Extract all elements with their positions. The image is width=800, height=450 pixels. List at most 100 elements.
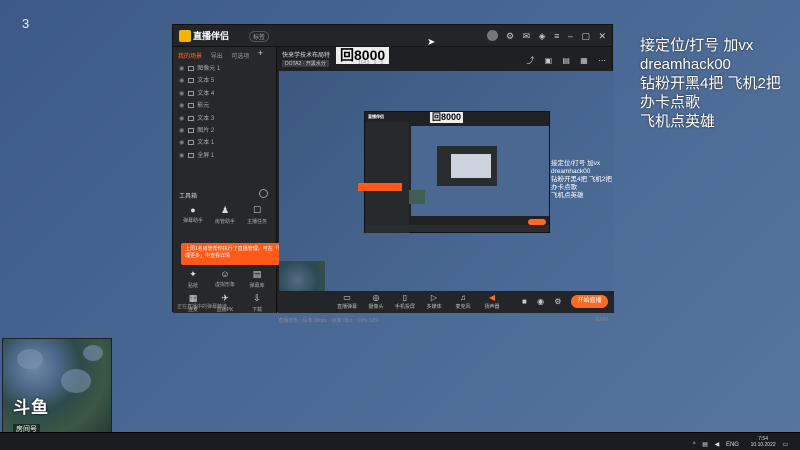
channel-title[interactable]: 快来学技术布局特 (282, 50, 330, 59)
overlay-line: 接定位/打号 加vx (640, 37, 754, 54)
overlay-line: 钻粉开黑4把 飞机2把 (551, 176, 613, 183)
avatar[interactable] (486, 30, 498, 41)
eye-icon[interactable]: ◉ (179, 91, 184, 97)
notification-icon[interactable]: ▭ (782, 442, 788, 448)
speaker-button[interactable]: ◀ 扬声器 (478, 293, 506, 310)
main-area: 快来学技术布局特 回8000 DOTA2 · 开黑水分 1043 · 6 · 5… (278, 47, 614, 324)
list-item[interactable]: ◉ 文本 3 (173, 113, 276, 125)
clock[interactable]: 7:54 10.10.2022 (746, 436, 776, 448)
status-text: 直播状态 · 码率 0kbps · 帧率 0fps · CPU 12% (278, 318, 379, 324)
scene-number: 3 (22, 16, 30, 31)
minimap-terrain (61, 369, 91, 393)
network-icon[interactable]: ▤ (702, 442, 708, 448)
tab-options[interactable]: 可选项 (231, 54, 249, 60)
start-live-button[interactable]: 开始直播 (571, 295, 608, 308)
gift-icon[interactable]: ▣ (545, 56, 553, 65)
settings-icon[interactable]: ⚙ (506, 31, 514, 41)
logo-icon (179, 30, 191, 42)
mail-icon[interactable]: ✉ (523, 31, 531, 41)
mouse-cursor-icon: ➤ (427, 37, 436, 48)
microphone-button[interactable]: ♫ 麦克风 (449, 293, 477, 310)
list-item[interactable]: ◉ 文本 1 (173, 137, 276, 149)
gear-icon[interactable]: ⚙ (554, 297, 561, 306)
minimize-icon[interactable]: – (568, 31, 573, 41)
tool-sticker[interactable]: ✦ 贴纸 (177, 269, 209, 289)
eye-icon[interactable]: ◉ (179, 116, 184, 122)
tool-danmu[interactable]: ● 弹幕助手 (177, 205, 209, 224)
phone-icon: ▯ (402, 293, 408, 302)
nested-minimap (409, 190, 425, 204)
chevron-up-icon[interactable]: ^ (693, 442, 696, 448)
overlay-line: 办卡点歌 (640, 94, 701, 111)
extra-controls: ■ ◉ ⚙ (522, 297, 569, 306)
tool-download[interactable]: ⇩ 下载 (241, 293, 273, 313)
eye-icon[interactable]: ◉ (179, 153, 184, 159)
tool-icon: ⇩ (253, 293, 261, 303)
overlay-line: dreamhack00 (640, 56, 731, 73)
tool-icon: ♟ (220, 205, 230, 215)
record-icon[interactable]: ■ (522, 297, 527, 306)
tab-my-scene[interactable]: 我的场景 (178, 54, 202, 60)
streaming-app-window: 直播伴侣 标签 ⚙ ✉ ◈ ≡ – ▢ ✕ 我的场景 导出 可选项 + ◉ 图像元… (172, 24, 614, 324)
eye-icon[interactable]: ◉ (179, 103, 184, 109)
source-list: ◉ 图像元 1 ◉ 文本 5 ◉ 文本 4 ◉ 影元 ◉ 文本 3 ◉ 图片 2 ◉ 文本 1… (173, 63, 276, 162)
close-icon[interactable]: ✕ (598, 31, 606, 41)
list-item[interactable]: ◉ 文本 4 (173, 88, 276, 100)
version-badge[interactable]: 标签 (249, 31, 270, 42)
camera-icon: ◎ (372, 293, 380, 302)
channel-stats: 1043 · 6 · 5 (358, 60, 384, 66)
phone-cast-button[interactable]: ▯ 手机投屏 (391, 293, 419, 310)
speaker-icon: ◀ (488, 293, 496, 302)
more-icon[interactable]: ⋯ (598, 56, 606, 65)
nested-inner-window (437, 146, 497, 186)
sidebar-footer: 正在直播中的弹幕精选 (177, 304, 228, 310)
toolbox-header: 工具箱 (179, 194, 198, 200)
list-item[interactable]: ◉ 全屏 1 (173, 150, 276, 162)
camera-button[interactable]: ◎ 摄像头 (362, 293, 390, 310)
danmu-button[interactable]: ▭ 直播弹幕 (333, 293, 361, 310)
tab-export[interactable]: 导出 (211, 54, 223, 60)
language-indicator[interactable]: ENG (726, 442, 739, 448)
nested-overlay-text: 接定位/打号 加vx dreamhack00 钻粉开黑4把 飞机2把 办卡点歌 … (551, 160, 613, 200)
media-button[interactable]: ▷ 多媒体 (420, 293, 448, 310)
menu-icon[interactable]: ≡ (554, 31, 559, 41)
title-bar: 直播伴侣 标签 ⚙ ✉ ◈ ≡ – ▢ ✕ (173, 25, 612, 47)
source-type-icon (188, 152, 195, 158)
eye-icon[interactable]: ◉ (179, 78, 184, 84)
app-logo: 直播伴侣 (179, 29, 229, 42)
stream-preview[interactable]: 直播伴侣 回8000 接定位/打号 加vx dreamhack00 钻粉开黑4把… (279, 71, 613, 291)
stream-overlay-text: 接定位/打号 加vx dreamhack00 钻粉开黑4把 飞机2把 办卡点歌 … (640, 36, 800, 131)
eye-icon[interactable]: ◉ (179, 128, 184, 134)
list-item[interactable]: ◉ 文本 5 (173, 75, 276, 87)
list-item[interactable]: ◉ 图片 2 (173, 125, 276, 137)
tool-icon: ▤ (252, 269, 262, 279)
more-tools-icon[interactable] (259, 189, 268, 198)
eye-icon[interactable]: ◉ (179, 140, 184, 146)
maximize-icon[interactable]: ▢ (581, 31, 590, 41)
tool-avatar[interactable]: ☺ 虚拟形象 (209, 269, 241, 288)
bottom-toolbar: ▭ 直播弹幕 ◎ 摄像头 ▯ 手机投屏 ▷ 多媒体 ♫ 麦克风 ◀ 扬声器 ■ ◉ ⚙ 开始… (278, 291, 614, 313)
volume-icon[interactable]: ◀ (715, 442, 720, 448)
list-item[interactable]: ◉ 图像元 1 (173, 63, 276, 75)
game-minimap: 斗鱼 房间号 10143950 (2, 338, 112, 434)
tool-danmu-lib[interactable]: ▤ 弹幕库 (241, 269, 273, 289)
preview-controls: ⤴ ▣ ▤ ▦ ⋯ (518, 55, 606, 66)
category-badge[interactable]: DOTA2 · 开黑水分 (282, 60, 329, 67)
title-bar-controls: ⚙ ✉ ◈ ≡ – ▢ ✕ (481, 30, 606, 42)
clock-date: 10.10.2022 (750, 442, 776, 448)
live-timer: 00:00 (595, 317, 608, 323)
channel-header: 快来学技术布局特 回8000 DOTA2 · 开黑水分 1043 · 6 · 5… (278, 47, 614, 67)
share-icon[interactable]: ⤴ (526, 56, 534, 65)
list-item[interactable]: ◉ 影元 (173, 100, 276, 112)
danmu-icon: ▭ (343, 293, 351, 302)
source-type-icon (188, 103, 195, 109)
skin-icon[interactable]: ◈ (539, 31, 546, 41)
tool-tasks[interactable]: ☐ 主播任务 (241, 205, 273, 225)
layout-icon[interactable]: ▦ (580, 56, 588, 65)
eye-icon[interactable]: ◉ (537, 297, 544, 306)
admin-tooltip[interactable]: 上周1名房管帮你执行了直播管理，可在「管理更多」中查看详情 (181, 243, 291, 265)
rank-icon[interactable]: ▤ (562, 56, 570, 65)
eye-icon[interactable]: ◉ (179, 66, 184, 72)
add-source-icon[interactable]: + (258, 48, 263, 58)
tool-room-admin[interactable]: ♟ 房管助手 (209, 205, 241, 225)
